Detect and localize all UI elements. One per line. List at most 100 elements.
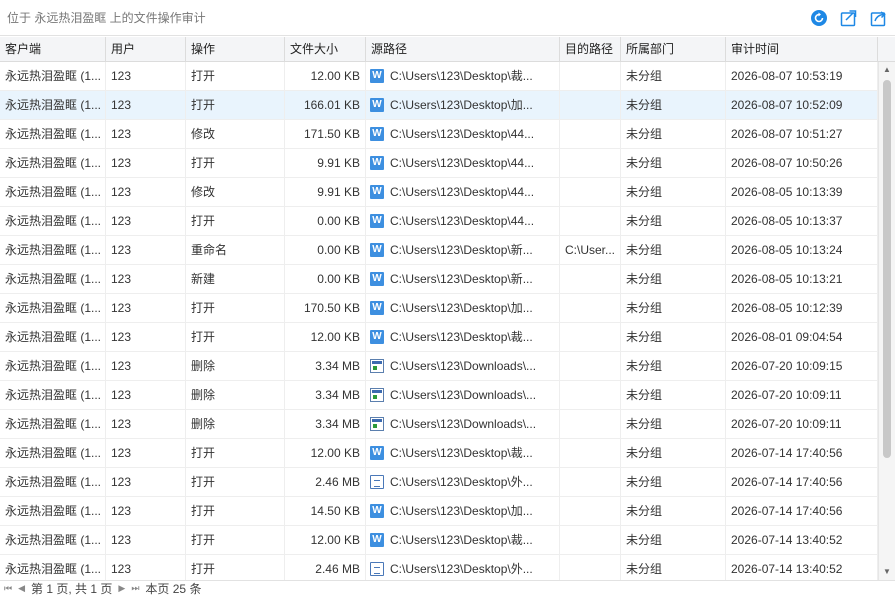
- cell-file-size: 2.46 MB: [285, 468, 366, 496]
- table-row[interactable]: 永远热泪盈眶 (1... 123 打开 170.50 KB C:\Users\123\D…: [0, 294, 878, 323]
- cell-source-path-text: C:\Users\123\Desktop\外...: [390, 562, 533, 576]
- cell-source-path-text: C:\Users\123\Desktop\44...: [390, 127, 535, 141]
- cell-audit-time-text: 2026-07-14 17:40:56: [731, 504, 843, 518]
- cell-file-size: 170.50 KB: [285, 294, 366, 322]
- table-row[interactable]: 永远热泪盈眶 (1... 123 打开 12.00 KB C:\Users\123\De…: [0, 62, 878, 91]
- table-row[interactable]: 永远热泪盈眶 (1... 123 打开 0.00 KB C:\Users\123\Des…: [0, 207, 878, 236]
- cell-source-path-text: C:\Users\123\Desktop\新...: [390, 272, 533, 286]
- cell-file-size: 14.50 KB: [285, 497, 366, 525]
- cell-client-text: 永远热泪盈眶 (1...: [5, 272, 102, 286]
- cell-source-path: C:\Users\123\Desktop\44...: [366, 120, 560, 148]
- col-department[interactable]: 所属部门: [621, 37, 726, 61]
- cell-user-text: 123: [111, 98, 132, 112]
- cell-user: 123: [106, 526, 186, 554]
- cell-operation-text: 打开: [191, 562, 216, 576]
- table-row[interactable]: 永远热泪盈眶 (1... 123 新建 0.00 KB C:\Users\123\Des…: [0, 265, 878, 294]
- table-header: 客户端 用户 操作 文件大小 源路径 目的路径 所属部门 审计时间: [0, 37, 895, 62]
- installer-file-icon: [370, 388, 384, 402]
- table-row[interactable]: 永远热泪盈眶 (1... 123 打开 12.00 KB C:\Users\123\De…: [0, 526, 878, 555]
- refresh-icon[interactable]: [810, 9, 828, 27]
- col-user[interactable]: 用户: [106, 37, 186, 61]
- col-source-path[interactable]: 源路径: [366, 37, 560, 61]
- col-client[interactable]: 客户端: [0, 37, 106, 61]
- cell-department: 未分组: [621, 178, 726, 206]
- cell-audit-time: 2026-08-05 10:13:37: [726, 207, 878, 235]
- cell-audit-time: 2026-07-20 10:09:15: [726, 352, 878, 380]
- col-operation[interactable]: 操作: [186, 37, 285, 61]
- cell-source-path: C:\Users\123\Desktop\加...: [366, 91, 560, 119]
- prev-page-icon[interactable]: ◀: [18, 583, 25, 594]
- cell-department-text: 未分组: [626, 98, 663, 112]
- cell-client: 永远热泪盈眶 (1...: [0, 207, 106, 235]
- cell-department: 未分组: [621, 91, 726, 119]
- cell-operation: 重命名: [186, 236, 285, 264]
- table-row[interactable]: 永远热泪盈眶 (1... 123 打开 2.46 MB C:\Users\123\Des…: [0, 468, 878, 497]
- scroll-up-icon[interactable]: ▲: [879, 62, 895, 78]
- col-audit-time[interactable]: 审计时间: [726, 37, 878, 61]
- cell-department: 未分组: [621, 555, 726, 580]
- table-row[interactable]: 永远热泪盈眶 (1... 123 重命名 0.00 KB C:\Users\123\De…: [0, 236, 878, 265]
- cell-audit-time: 2026-08-05 10:12:39: [726, 294, 878, 322]
- next-page-icon[interactable]: ▶: [118, 583, 125, 594]
- cell-file-size-text: 0.00 KB: [317, 272, 360, 286]
- cell-user-text: 123: [111, 446, 132, 460]
- table-row[interactable]: 永远热泪盈眶 (1... 123 删除 3.34 MB C:\Users\123\Dow…: [0, 381, 878, 410]
- cell-audit-time-text: 2026-08-05 10:13:21: [731, 272, 843, 286]
- share-icon[interactable]: [870, 9, 888, 27]
- word-file-icon: [370, 330, 384, 344]
- cell-department: 未分组: [621, 207, 726, 235]
- word-file-icon: [370, 156, 384, 170]
- cell-client: 永远热泪盈眶 (1...: [0, 526, 106, 554]
- cell-dest-path: [560, 526, 621, 554]
- cell-user: 123: [106, 381, 186, 409]
- cell-user-text: 123: [111, 504, 132, 518]
- table-row[interactable]: 永远热泪盈眶 (1... 123 修改 9.91 KB C:\Users\123\Des…: [0, 178, 878, 207]
- page-info: 第 1 页, 共 1 页: [31, 582, 113, 596]
- cell-department: 未分组: [621, 120, 726, 148]
- last-page-icon[interactable]: ⏭: [131, 583, 139, 594]
- cell-department: 未分组: [621, 381, 726, 409]
- cell-user-text: 123: [111, 330, 132, 344]
- cell-file-size: 2.46 MB: [285, 555, 366, 580]
- table-row[interactable]: 永远热泪盈眶 (1... 123 打开 14.50 KB C:\Users\123\De…: [0, 497, 878, 526]
- table-row[interactable]: 永远热泪盈眶 (1... 123 修改 171.50 KB C:\Users\123\D…: [0, 120, 878, 149]
- cell-audit-time-text: 2026-07-14 17:40:56: [731, 475, 843, 489]
- cell-operation-text: 打开: [191, 214, 216, 228]
- first-page-icon[interactable]: ⏮: [4, 583, 12, 594]
- scroll-thumb[interactable]: [883, 80, 891, 458]
- cell-file-size-text: 171.50 KB: [303, 127, 360, 141]
- vertical-scrollbar[interactable]: ▲ ▼: [878, 62, 895, 580]
- cell-dest-path: [560, 294, 621, 322]
- cell-client-text: 永远热泪盈眶 (1...: [5, 330, 102, 344]
- cell-audit-time: 2026-08-05 10:13:39: [726, 178, 878, 206]
- col-file-size[interactable]: 文件大小: [285, 37, 366, 61]
- cell-client: 永远热泪盈眶 (1...: [0, 62, 106, 90]
- table-row[interactable]: 永远热泪盈眶 (1... 123 删除 3.34 MB C:\Users\123\Dow…: [0, 352, 878, 381]
- cell-department-text: 未分组: [626, 359, 663, 373]
- title-actions: [810, 9, 888, 27]
- table-row[interactable]: 永远热泪盈眶 (1... 123 删除 3.34 MB C:\Users\123\Dow…: [0, 410, 878, 439]
- cell-audit-time-text: 2026-08-07 10:51:27: [731, 127, 843, 141]
- cell-file-size-text: 3.34 MB: [315, 388, 360, 402]
- table-row[interactable]: 永远热泪盈眶 (1... 123 打开 2.46 MB C:\Users\123\Des…: [0, 555, 878, 580]
- table-row[interactable]: 永远热泪盈眶 (1... 123 打开 12.00 KB C:\Users\123\De…: [0, 323, 878, 352]
- scroll-down-icon[interactable]: ▼: [879, 564, 895, 580]
- table-row[interactable]: 永远热泪盈眶 (1... 123 打开 12.00 KB C:\Users\123\De…: [0, 439, 878, 468]
- cell-dest-path: [560, 178, 621, 206]
- cell-department: 未分组: [621, 149, 726, 177]
- cell-file-size-text: 14.50 KB: [310, 504, 360, 518]
- cell-department: 未分组: [621, 323, 726, 351]
- table-row[interactable]: 永远热泪盈眶 (1... 123 打开 9.91 KB C:\Users\123\Des…: [0, 149, 878, 178]
- cell-source-path: C:\Users\123\Desktop\44...: [366, 207, 560, 235]
- cell-department-text: 未分组: [626, 562, 663, 576]
- cell-operation-text: 打开: [191, 533, 216, 547]
- cell-operation: 打开: [186, 62, 285, 90]
- col-dest-path[interactable]: 目的路径: [560, 37, 621, 61]
- cell-dest-path-text: C:\User...: [565, 243, 616, 257]
- cell-operation: 删除: [186, 410, 285, 438]
- table-row[interactable]: 永远热泪盈眶 (1... 123 打开 166.01 KB C:\Users\123\D…: [0, 91, 878, 120]
- export-icon[interactable]: [840, 9, 858, 27]
- cell-source-path-text: C:\Users\123\Desktop\新...: [390, 243, 533, 257]
- cell-user: 123: [106, 294, 186, 322]
- cell-user-text: 123: [111, 417, 132, 431]
